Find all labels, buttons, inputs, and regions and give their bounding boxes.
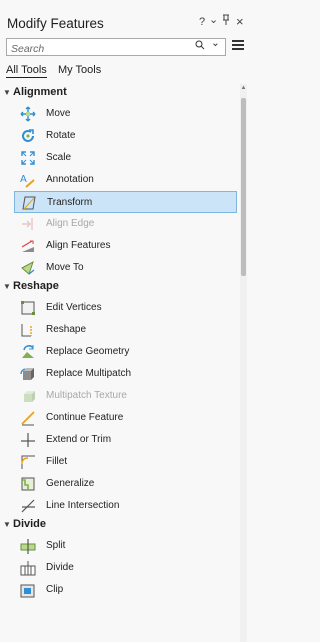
menu-icon[interactable] [232, 38, 244, 52]
tool-label: Annotation [46, 174, 94, 185]
tool-replace-geometry[interactable]: Replace Geometry [14, 341, 237, 363]
tool-move-to[interactable]: Move To [14, 257, 237, 279]
tool-label: Align Edge [46, 218, 95, 229]
tool-reshape[interactable]: Reshape [14, 319, 237, 341]
search-box: ⌄ [6, 37, 226, 57]
section-label: Divide [13, 518, 47, 530]
tool-split[interactable]: Split [14, 535, 237, 557]
tool-move[interactable]: Move [14, 103, 237, 125]
close-icon[interactable]: × [236, 14, 244, 29]
replace-geometry-icon [20, 344, 36, 360]
chevron-down-icon: ▼ [3, 520, 11, 529]
tab-my-tools[interactable]: My Tools [58, 64, 101, 76]
tool-generalize[interactable]: Generalize [14, 473, 237, 495]
tool-label: Clip [46, 584, 64, 595]
align-features-icon [20, 238, 36, 254]
vertical-scrollbar[interactable]: ▲ [240, 84, 247, 642]
tool-line-intersection[interactable]: Line Intersection [14, 495, 237, 517]
section-label: Alignment [13, 86, 67, 98]
tool-label: Split [46, 540, 66, 551]
tool-transform[interactable]: Transform [14, 191, 237, 213]
tool-replace-multipatch[interactable]: Replace Multipatch [14, 363, 237, 385]
chevron-down-icon: ▼ [3, 282, 11, 291]
tool-label: Replace Geometry [46, 346, 130, 357]
chevron-down-icon: ▼ [3, 88, 11, 97]
split-icon [20, 538, 36, 554]
rotate-icon [20, 128, 36, 144]
tool-continue-feature[interactable]: Continue Feature [14, 407, 237, 429]
annotation-icon: A [20, 172, 36, 188]
divide-icon [20, 560, 36, 576]
reshape-icon [20, 322, 36, 338]
tool-list: ▼ Alignment Move Rotate Scale A Annotatio… [0, 84, 240, 642]
tool-label: Replace Multipatch [46, 368, 132, 379]
scale-icon [20, 150, 36, 166]
pin-icon[interactable] [222, 14, 230, 28]
tool-label: Align Features [46, 240, 111, 251]
tool-edit-vertices[interactable]: Edit Vertices [14, 297, 237, 319]
section-divide[interactable]: ▼ Divide [3, 518, 46, 534]
tool-label: Multipatch Texture [46, 390, 127, 401]
help-icon[interactable]: ? [199, 16, 205, 28]
move-icon [20, 106, 36, 122]
search-input[interactable] [7, 41, 171, 57]
tool-label: Move [46, 108, 71, 119]
options-icon[interactable]: ⌄ [209, 13, 218, 26]
transform-icon [21, 195, 37, 211]
tool-align-edge[interactable]: Align Edge [14, 213, 237, 235]
tool-label: Continue Feature [46, 412, 124, 423]
multipatch-texture-icon [20, 388, 36, 404]
tool-label: Line Intersection [46, 500, 120, 511]
section-reshape[interactable]: ▼ Reshape [3, 280, 59, 296]
fillet-icon [20, 454, 36, 470]
pane-header: Modify Features ? ⌄ × [0, 10, 247, 34]
scroll-up-icon[interactable]: ▲ [240, 84, 247, 92]
tool-multipatch-texture[interactable]: Multipatch Texture [14, 385, 237, 407]
top-strip [0, 0, 247, 10]
replace-multipatch-icon [20, 366, 36, 382]
tool-fillet[interactable]: Fillet [14, 451, 237, 473]
section-label: Reshape [13, 280, 59, 292]
tool-label: Divide [46, 562, 74, 573]
move-to-icon [20, 260, 36, 276]
scrollbar-thumb[interactable] [241, 98, 246, 276]
tool-scale[interactable]: Scale [14, 147, 237, 169]
tool-divide[interactable]: Divide [14, 557, 237, 579]
generalize-icon [20, 476, 36, 492]
tool-label: Reshape [46, 324, 87, 335]
clip-icon [20, 582, 36, 598]
svg-text:A: A [20, 174, 27, 185]
search-dropdown-icon[interactable]: ⌄ [211, 37, 220, 49]
line-intersection-icon [20, 498, 36, 514]
tool-align-features[interactable]: Align Features [14, 235, 237, 257]
tool-label: Extend or Trim [46, 434, 112, 445]
tool-clip[interactable]: Clip [14, 579, 237, 601]
tool-label: Move To [46, 262, 84, 273]
tool-label: Fillet [46, 456, 68, 467]
tool-annotation[interactable]: A Annotation [14, 169, 237, 191]
tool-label: Rotate [46, 130, 76, 141]
tool-label: Generalize [46, 478, 95, 489]
tool-label: Edit Vertices [46, 302, 102, 313]
pane-title: Modify Features [7, 16, 104, 31]
search-icon[interactable] [195, 40, 205, 53]
tool-extend-or-trim[interactable]: Extend or Trim [14, 429, 237, 451]
extend-trim-icon [20, 432, 36, 448]
tool-label: Scale [46, 152, 72, 163]
tool-label: Transform [47, 197, 93, 208]
align-edge-icon [20, 216, 36, 232]
section-alignment[interactable]: ▼ Alignment [3, 86, 67, 102]
tool-rotate[interactable]: Rotate [14, 125, 237, 147]
edit-vertices-icon [20, 300, 36, 316]
continue-feature-icon [20, 410, 36, 426]
tab-all-tools[interactable]: All Tools [6, 64, 47, 78]
